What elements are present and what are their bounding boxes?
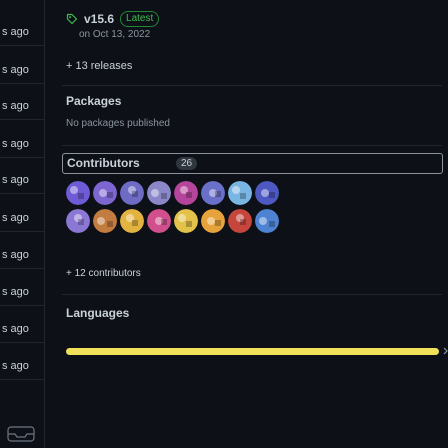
duck-avatar bbox=[174, 209, 198, 233]
commit-age: s ago bbox=[2, 212, 29, 224]
row-divider bbox=[0, 305, 44, 306]
release-date: on Oct 13, 2022 bbox=[79, 29, 151, 40]
contributor-avatar[interactable] bbox=[120, 181, 144, 205]
commit-age: s ago bbox=[2, 360, 29, 372]
person-avatar bbox=[255, 209, 279, 233]
brand-avatar bbox=[120, 209, 144, 233]
row-divider bbox=[0, 193, 44, 194]
cartoon-avatar bbox=[201, 181, 225, 205]
row-divider bbox=[0, 268, 44, 269]
shape-avatar bbox=[201, 209, 225, 233]
contributor-avatar[interactable] bbox=[120, 209, 144, 233]
contributor-avatar[interactable] bbox=[174, 209, 198, 233]
pinwheel-avatar bbox=[93, 181, 117, 205]
small-dot-avatar bbox=[147, 181, 171, 205]
scroll-arrow-icon[interactable] bbox=[443, 347, 448, 355]
commit-age: s ago bbox=[2, 323, 29, 335]
contributors-count-badge: 26 bbox=[176, 157, 198, 170]
contributor-avatar[interactable] bbox=[93, 181, 117, 205]
languages-heading: Languages bbox=[66, 306, 130, 320]
packages-heading[interactable]: Packages bbox=[66, 94, 121, 108]
contributor-avatar[interactable] bbox=[93, 209, 117, 233]
latest-badge: Latest bbox=[120, 11, 160, 27]
about-sidebar: v15.6 Latest on Oct 13, 2022 + 13 releas… bbox=[45, 0, 448, 448]
contributor-avatar[interactable] bbox=[147, 209, 171, 233]
contributor-avatars bbox=[66, 181, 296, 233]
packages-empty-text: No packages published bbox=[66, 118, 170, 129]
commit-age: s ago bbox=[2, 100, 29, 112]
commit-age: s ago bbox=[2, 64, 29, 76]
contributor-avatar[interactable] bbox=[66, 209, 90, 233]
contributor-avatar[interactable] bbox=[228, 181, 252, 205]
pink-avatar bbox=[147, 209, 171, 233]
row-divider bbox=[0, 231, 44, 232]
contributor-avatar[interactable] bbox=[255, 181, 279, 205]
contributor-avatar[interactable] bbox=[255, 209, 279, 233]
row-divider bbox=[0, 379, 44, 380]
row-divider bbox=[0, 83, 44, 84]
photo-avatar bbox=[93, 209, 117, 233]
pattern-avatar bbox=[120, 181, 144, 205]
contributors-heading[interactable]: Contributors bbox=[67, 156, 140, 170]
blocks-avatar bbox=[228, 181, 252, 205]
tag-icon bbox=[66, 13, 78, 25]
section-divider bbox=[62, 85, 442, 86]
release-tag: v15.6 bbox=[84, 12, 115, 26]
language-bar[interactable] bbox=[66, 348, 439, 355]
row-divider bbox=[0, 119, 44, 120]
commit-age: s ago bbox=[2, 286, 29, 298]
more-contributors-link[interactable]: + 12 contributors bbox=[66, 268, 141, 279]
contributor-avatar[interactable] bbox=[201, 181, 225, 205]
commit-age: s ago bbox=[2, 26, 29, 38]
contributor-avatar[interactable] bbox=[201, 209, 225, 233]
commit-age: s ago bbox=[2, 174, 29, 186]
section-divider bbox=[62, 145, 442, 146]
pink-pattern-avatar bbox=[174, 181, 198, 205]
purple-dot-avatar bbox=[66, 181, 90, 205]
more-releases-link[interactable]: + 13 releases bbox=[66, 60, 132, 72]
contributor-avatar[interactable] bbox=[66, 181, 90, 205]
contributor-avatar[interactable] bbox=[174, 181, 198, 205]
contributors-focus-box: Contributors 26 bbox=[62, 153, 443, 174]
round-avatar bbox=[228, 209, 252, 233]
row-divider bbox=[0, 342, 44, 343]
section-divider bbox=[62, 294, 442, 295]
contributor-avatar[interactable] bbox=[228, 209, 252, 233]
latest-release-link[interactable]: v15.6 Latest bbox=[66, 11, 160, 27]
row-divider bbox=[0, 45, 44, 46]
contributor-avatar[interactable] bbox=[147, 181, 171, 205]
outline-pattern-avatar bbox=[255, 181, 279, 205]
swirl-avatar bbox=[66, 209, 90, 233]
commit-age-column: s ago s ago s ago s ago s ago s ago s ag… bbox=[0, 0, 44, 448]
commit-age: s ago bbox=[2, 138, 29, 150]
row-divider bbox=[0, 157, 44, 158]
commit-age: s ago bbox=[2, 249, 29, 261]
file-tray-icon bbox=[7, 426, 35, 442]
